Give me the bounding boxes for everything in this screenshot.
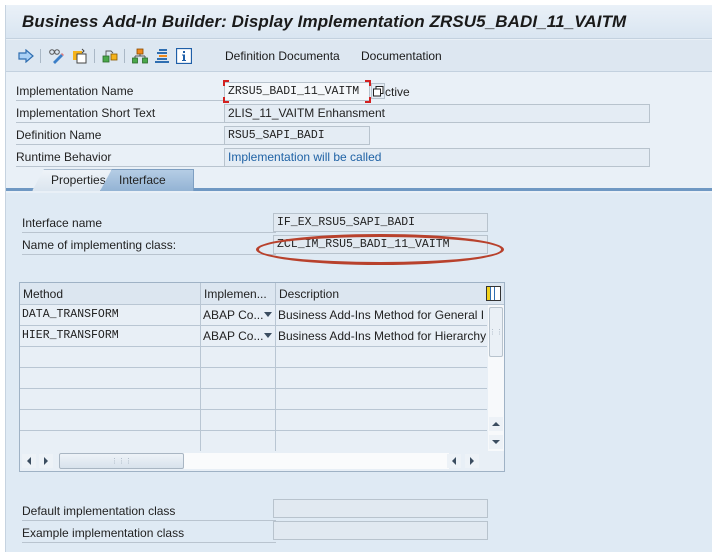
cell-method[interactable] xyxy=(20,347,201,367)
dropdown-arrow-icon[interactable] xyxy=(264,333,272,338)
cell-implementation[interactable] xyxy=(201,389,276,409)
implementation-name-label: Implementation Name xyxy=(16,81,224,101)
implementation-type-value: ABAP Co... xyxy=(203,308,264,322)
cell-method[interactable]: DATA_TRANSFORM xyxy=(20,305,201,325)
runtime-behavior-label: Runtime Behavior xyxy=(16,147,224,167)
cell-description[interactable] xyxy=(276,368,487,388)
hierarchy-icon[interactable] xyxy=(132,48,148,64)
toolbar-separator xyxy=(40,49,41,63)
column-header-implementation[interactable]: Implemen... xyxy=(201,283,276,305)
table-row-empty[interactable] xyxy=(20,347,487,368)
interface-name-field[interactable]: IF_EX_RSU5_SAPI_BADI xyxy=(273,213,488,232)
info-icon[interactable] xyxy=(176,48,192,64)
dropdown-arrow-icon[interactable] xyxy=(264,312,272,317)
definition-name-label: Definition Name xyxy=(16,125,224,145)
column-header-description[interactable]: Description xyxy=(276,283,486,305)
sap-window: Business Add-In Builder: Display Impleme… xyxy=(5,5,712,552)
back-arrow-icon[interactable] xyxy=(18,48,34,64)
runtime-behavior-field[interactable]: Implementation will be called xyxy=(224,148,650,167)
column-layout-icon[interactable] xyxy=(486,286,501,301)
cell-implementation[interactable] xyxy=(201,368,276,388)
activate-icon[interactable] xyxy=(72,48,88,64)
focus-bracket-top-left xyxy=(223,80,229,86)
cell-description[interactable] xyxy=(276,410,487,430)
cell-implementation[interactable] xyxy=(201,410,276,430)
short-text-label: Implementation Short Text xyxy=(16,103,224,123)
table-row-empty[interactable] xyxy=(20,410,487,431)
cell-method[interactable] xyxy=(20,431,201,451)
display-change-icon[interactable] xyxy=(48,48,64,64)
implementation-name-field[interactable]: ZRSU5_BADI_11_VAITM xyxy=(224,82,370,101)
horizontal-scroll-thumb[interactable]: ⋮⋮⋮ xyxy=(59,453,184,469)
cell-description[interactable]: Business Add-Ins Method for General I xyxy=(276,305,487,325)
vertical-scrollbar[interactable]: ⋮⋮ xyxy=(488,305,504,451)
cell-method[interactable]: HIER_TRANSFORM xyxy=(20,326,201,346)
documentation-button[interactable]: Documentation xyxy=(361,49,442,63)
cell-description[interactable]: Business Add-Ins Method for Hierarchy xyxy=(276,326,487,346)
stack-icon[interactable] xyxy=(154,48,170,64)
horizontal-scroll-track[interactable]: ⋮⋮⋮ xyxy=(59,453,449,469)
table-header: Method Implemen... Description xyxy=(20,283,504,305)
example-class-field[interactable] xyxy=(273,521,488,540)
window-title: Business Add-In Builder: Display Impleme… xyxy=(22,12,627,31)
example-class-label: Example implementation class xyxy=(22,523,276,543)
short-text-field[interactable]: 2LIS_11_VAITM Enhansment xyxy=(224,104,650,123)
default-class-field[interactable] xyxy=(273,499,488,518)
scroll-up-button[interactable] xyxy=(489,417,503,431)
implementing-class-label: Name of implementing class: xyxy=(22,235,276,255)
table-row-empty[interactable] xyxy=(20,431,487,452)
vertical-scroll-thumb[interactable]: ⋮⋮ xyxy=(489,307,503,357)
scroll-down-button[interactable] xyxy=(489,435,503,449)
implementation-status-text: ctive xyxy=(385,85,410,99)
column-header-method[interactable]: Method xyxy=(20,283,201,305)
cell-method[interactable] xyxy=(20,389,201,409)
implementing-class-field[interactable]: ZCL_IM_RSU5_BADI_11_VAITM xyxy=(273,235,488,254)
application-toolbar: Definition Documenta Documentation xyxy=(6,40,712,72)
interface-name-label: Interface name xyxy=(22,213,276,233)
implementation-type-value: ABAP Co... xyxy=(203,329,264,343)
methods-table: Method Implemen... Description DATA_TRAN… xyxy=(19,282,505,472)
tab-properties[interactable]: Properties xyxy=(32,169,112,191)
table-row-empty[interactable] xyxy=(20,368,487,389)
cell-implementation[interactable]: ABAP Co... xyxy=(201,305,276,325)
tab-strip: Properties Interface xyxy=(6,167,712,191)
cell-implementation[interactable] xyxy=(201,431,276,451)
scroll-right-button[interactable] xyxy=(39,454,53,468)
title-bar: Business Add-In Builder: Display Impleme… xyxy=(6,5,712,39)
cell-method[interactable] xyxy=(20,368,201,388)
toolbar-separator xyxy=(124,49,125,63)
cell-method[interactable] xyxy=(20,410,201,430)
object-list-icon[interactable] xyxy=(102,48,118,64)
cell-implementation[interactable]: ABAP Co... xyxy=(201,326,276,346)
definition-name-field[interactable]: RSU5_SAPI_BADI xyxy=(224,126,370,145)
copy-icon[interactable] xyxy=(371,83,385,99)
horizontal-scrollbar[interactable]: ⋮⋮⋮ xyxy=(20,451,488,471)
cell-description[interactable] xyxy=(276,389,487,409)
cell-implementation[interactable] xyxy=(201,347,276,367)
toolbar-separator xyxy=(94,49,95,63)
tab-interface[interactable]: Interface xyxy=(100,169,194,191)
cell-description[interactable] xyxy=(276,347,487,367)
cell-description[interactable] xyxy=(276,431,487,451)
table-row-empty[interactable] xyxy=(20,389,487,410)
scroll-left-end-button[interactable] xyxy=(447,454,461,468)
scroll-right-end-button[interactable] xyxy=(465,454,479,468)
scroll-left-button[interactable] xyxy=(22,454,36,468)
table-row[interactable]: HIER_TRANSFORM ABAP Co... Business Add-Ins… xyxy=(20,326,487,347)
definition-documentation-button[interactable]: Definition Documenta xyxy=(225,49,340,63)
default-class-label: Default implementation class xyxy=(22,501,276,521)
table-row[interactable]: DATA_TRANSFORM ABAP Co... Business Add-Ins… xyxy=(20,305,487,326)
